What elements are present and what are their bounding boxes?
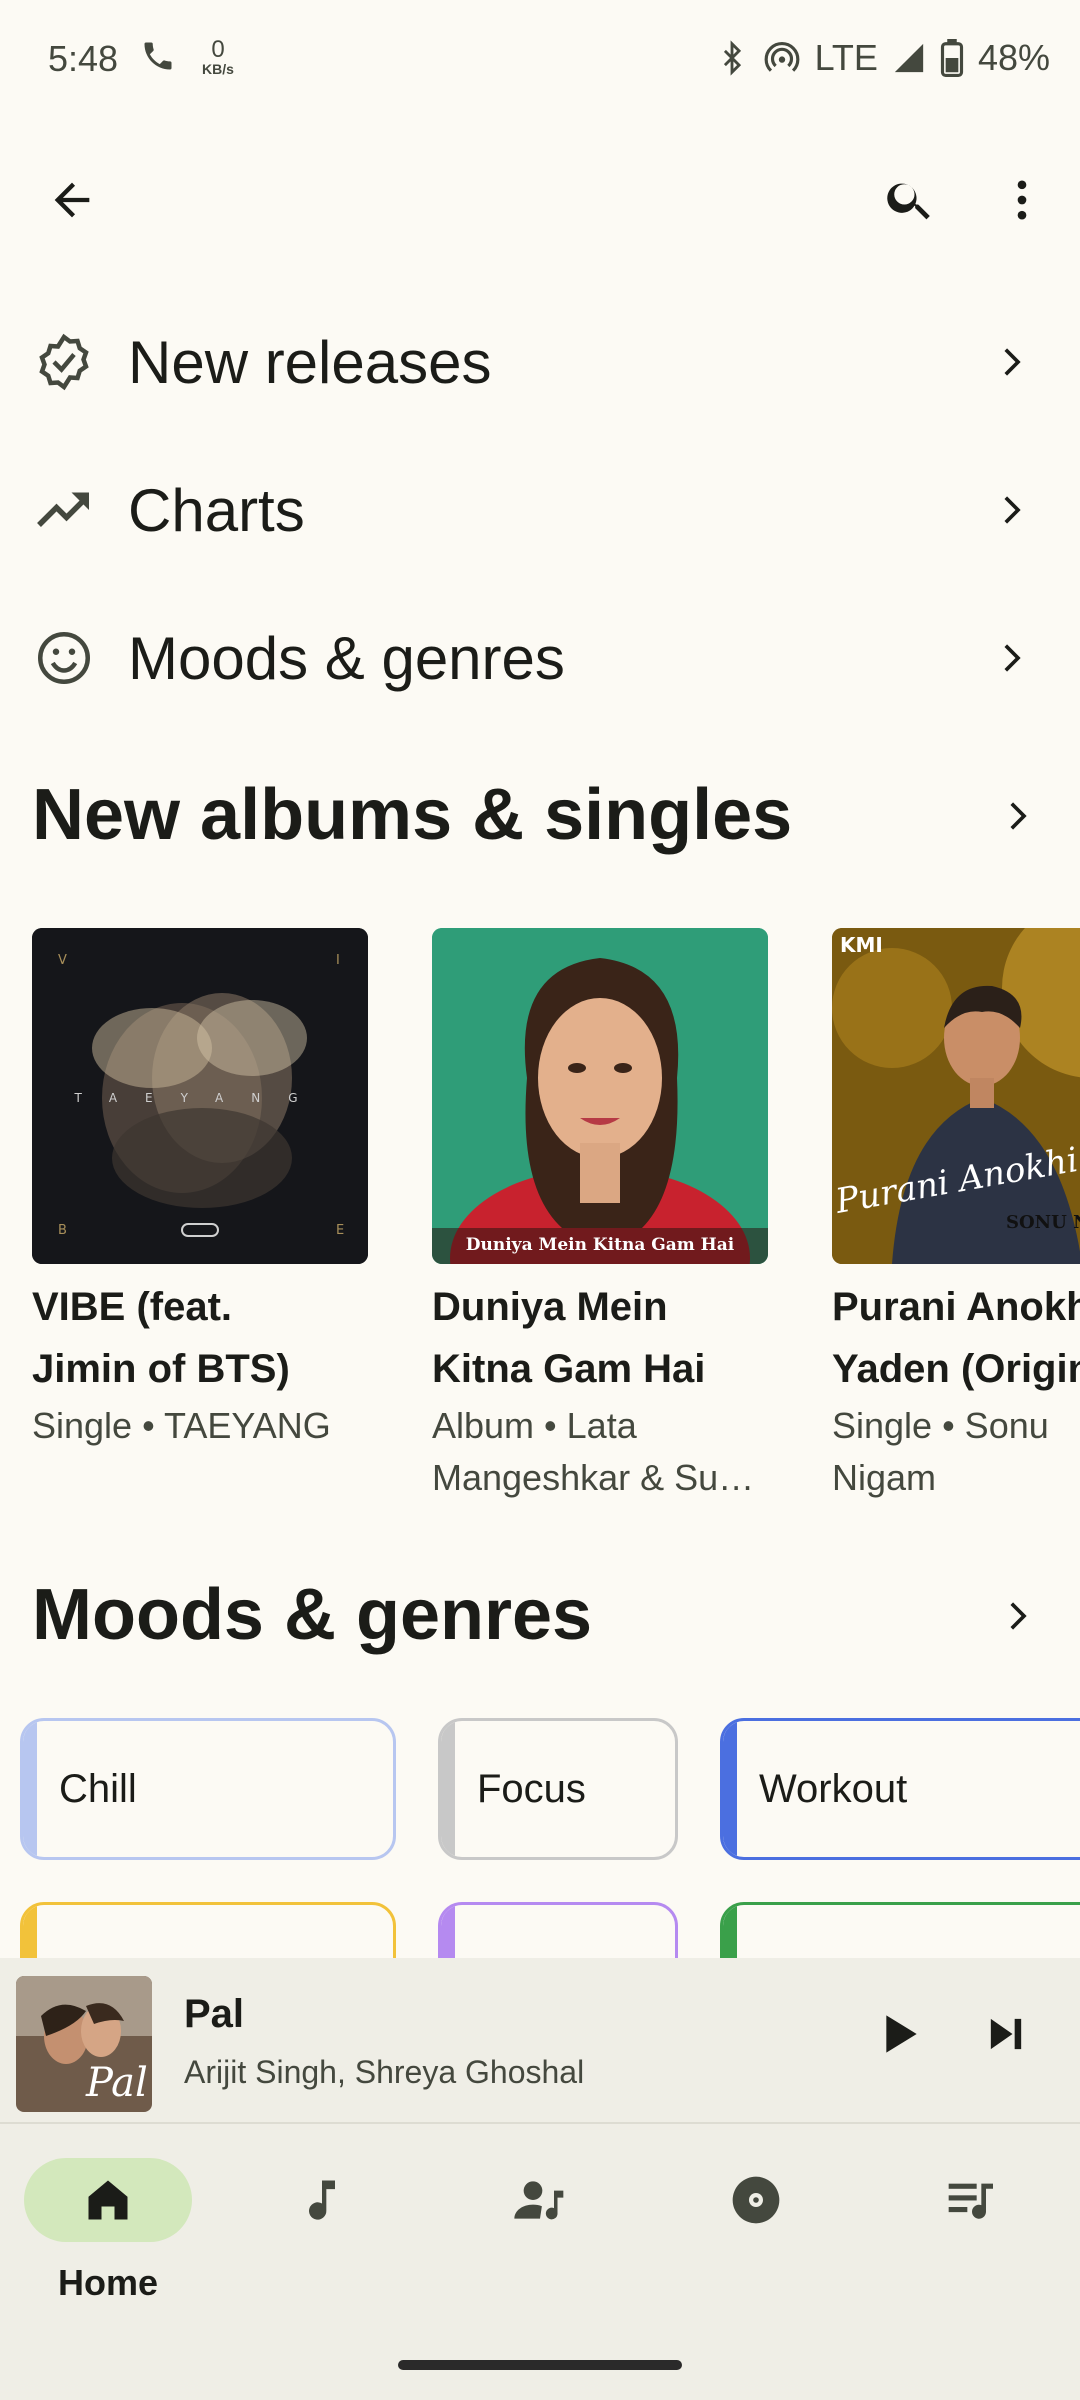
nav-row-label: New releases <box>128 328 492 396</box>
mood-chip-focus[interactable]: Focus <box>438 1718 678 1860</box>
nav-row-label: Charts <box>128 476 305 544</box>
nav-row-new-releases[interactable]: New releases <box>0 288 1080 436</box>
album-card-vibe[interactable]: V I B E TAEYANG VIBE (feat. Jimin of BTS… <box>32 928 368 1452</box>
search-button[interactable] <box>874 164 946 236</box>
album-art: V I B E TAEYANG <box>32 928 368 1264</box>
mini-art-text: Pal <box>85 2060 148 2106</box>
album-title-line1: VIBE (feat. <box>32 1285 233 1329</box>
mini-player[interactable]: Pal Pal Arijit Singh, Shreya Ghoshal <box>0 1958 1080 2124</box>
album-title-line2: Kitna Gam Hai <box>432 1347 706 1391</box>
chevron-right-icon <box>980 628 1040 688</box>
album-art-caption2: SONU N <box>1006 1212 1080 1233</box>
nav-home-label[interactable]: Home <box>24 2262 192 2304</box>
play-icon <box>886 2015 917 2053</box>
nav-playlists[interactable] <box>888 2158 1056 2242</box>
trending-up-icon <box>32 478 96 542</box>
mini-player-title: Pal <box>184 1992 245 2036</box>
network-speed: 0 KB/s <box>202 36 234 77</box>
chip-label: Chill <box>59 1766 137 1811</box>
back-button[interactable] <box>36 164 108 236</box>
more-vert-icon <box>1017 180 1027 220</box>
album-title-line2: Jimin of BTS) <box>32 1347 290 1391</box>
album-subtitle-line2: Mangeshkar & Su… <box>432 1457 755 1498</box>
artist-icon <box>514 2181 564 2220</box>
play-button[interactable] <box>862 1998 934 2070</box>
chevron-right-icon <box>980 332 1040 392</box>
album-disc-icon <box>732 2176 780 2224</box>
album-subtitle-line2: Nigam <box>832 1457 937 1498</box>
phone-call-icon <box>140 38 180 78</box>
album-subtitle: Single • TAEYANG <box>32 1405 331 1446</box>
album-title-line2: Yaden (Original <box>832 1347 1080 1391</box>
more-options-button[interactable] <box>986 164 1058 236</box>
nav-home[interactable] <box>24 2158 192 2242</box>
nav-row-moods-genres[interactable]: Moods & genres <box>0 584 1080 732</box>
album-card-purani[interactable]: KMI Purani Anokhi SONU N Purani Anokhi Y… <box>832 928 1080 1504</box>
new-releases-icon <box>32 330 96 394</box>
section-title-new-albums: New albums & singles <box>32 775 793 855</box>
chevron-right-icon[interactable] <box>986 786 1046 846</box>
album-title-line1: Duniya Mein <box>432 1285 668 1329</box>
skip-next-icon <box>990 2018 1022 2050</box>
back-arrow-icon <box>54 182 90 218</box>
album-art: KMI Purani Anokhi SONU N <box>832 928 1080 1264</box>
chevron-right-icon <box>980 480 1040 540</box>
battery-percent: 48% <box>977 37 1050 78</box>
status-bar: 5:48 0 KB/s LTE 48% <box>0 0 1080 120</box>
album-art: Duniya Mein Kitna Gam Hai <box>432 928 768 1264</box>
chip-label: Workout <box>759 1766 908 1811</box>
svg-text:E: E <box>336 1223 344 1238</box>
nav-row-label: Moods & genres <box>128 624 565 692</box>
signal-icon <box>894 43 924 73</box>
svg-text:TAEYANG: TAEYANG <box>73 1091 325 1105</box>
search-icon <box>887 183 930 220</box>
music-note-icon <box>309 2180 335 2220</box>
album-subtitle: Single • Sonu <box>832 1405 1049 1446</box>
mini-player-artist: Arijit Singh, Shreya Ghoshal <box>184 2054 585 2090</box>
chevron-right-icon[interactable] <box>986 1586 1046 1646</box>
album-title-line1: Purani Anokhi <box>832 1285 1080 1329</box>
mini-player-art: Pal <box>16 1976 152 2112</box>
nav-albums[interactable] <box>672 2158 840 2242</box>
svg-text:B: B <box>58 1223 67 1238</box>
network-type: LTE <box>814 37 878 78</box>
section-title-moods: Moods & genres <box>32 1575 593 1655</box>
status-time: 5:48 <box>48 38 119 79</box>
home-icon <box>88 2180 128 2220</box>
battery-icon <box>940 39 964 77</box>
mood-chip-workout[interactable]: Workout <box>720 1718 1080 1860</box>
status-right: LTE 48% <box>715 36 1050 80</box>
skip-next-button[interactable] <box>970 1998 1042 2070</box>
nav-songs[interactable] <box>238 2158 406 2242</box>
bluetooth-icon <box>723 40 741 76</box>
svg-text:I: I <box>336 953 340 968</box>
gesture-home-indicator[interactable] <box>398 2360 682 2370</box>
hotspot-icon <box>764 42 799 72</box>
nav-artists[interactable] <box>456 2158 624 2242</box>
album-subtitle: Album • Lata <box>432 1405 637 1446</box>
bottom-navigation: Home <box>0 2124 1080 2400</box>
album-art-logo: KMI <box>840 933 883 957</box>
chip-label: Focus <box>477 1766 586 1811</box>
smiley-icon <box>32 626 96 690</box>
nav-row-charts[interactable]: Charts <box>0 436 1080 584</box>
queue-music-icon <box>948 2183 993 2219</box>
mood-chip-chill[interactable]: Chill <box>20 1718 396 1860</box>
album-art-caption: Duniya Mein Kitna Gam Hai <box>466 1235 735 1255</box>
album-card-duniya[interactable]: Duniya Mein Kitna Gam Hai Duniya Mein Ki… <box>432 928 768 1504</box>
svg-text:V: V <box>58 953 67 968</box>
